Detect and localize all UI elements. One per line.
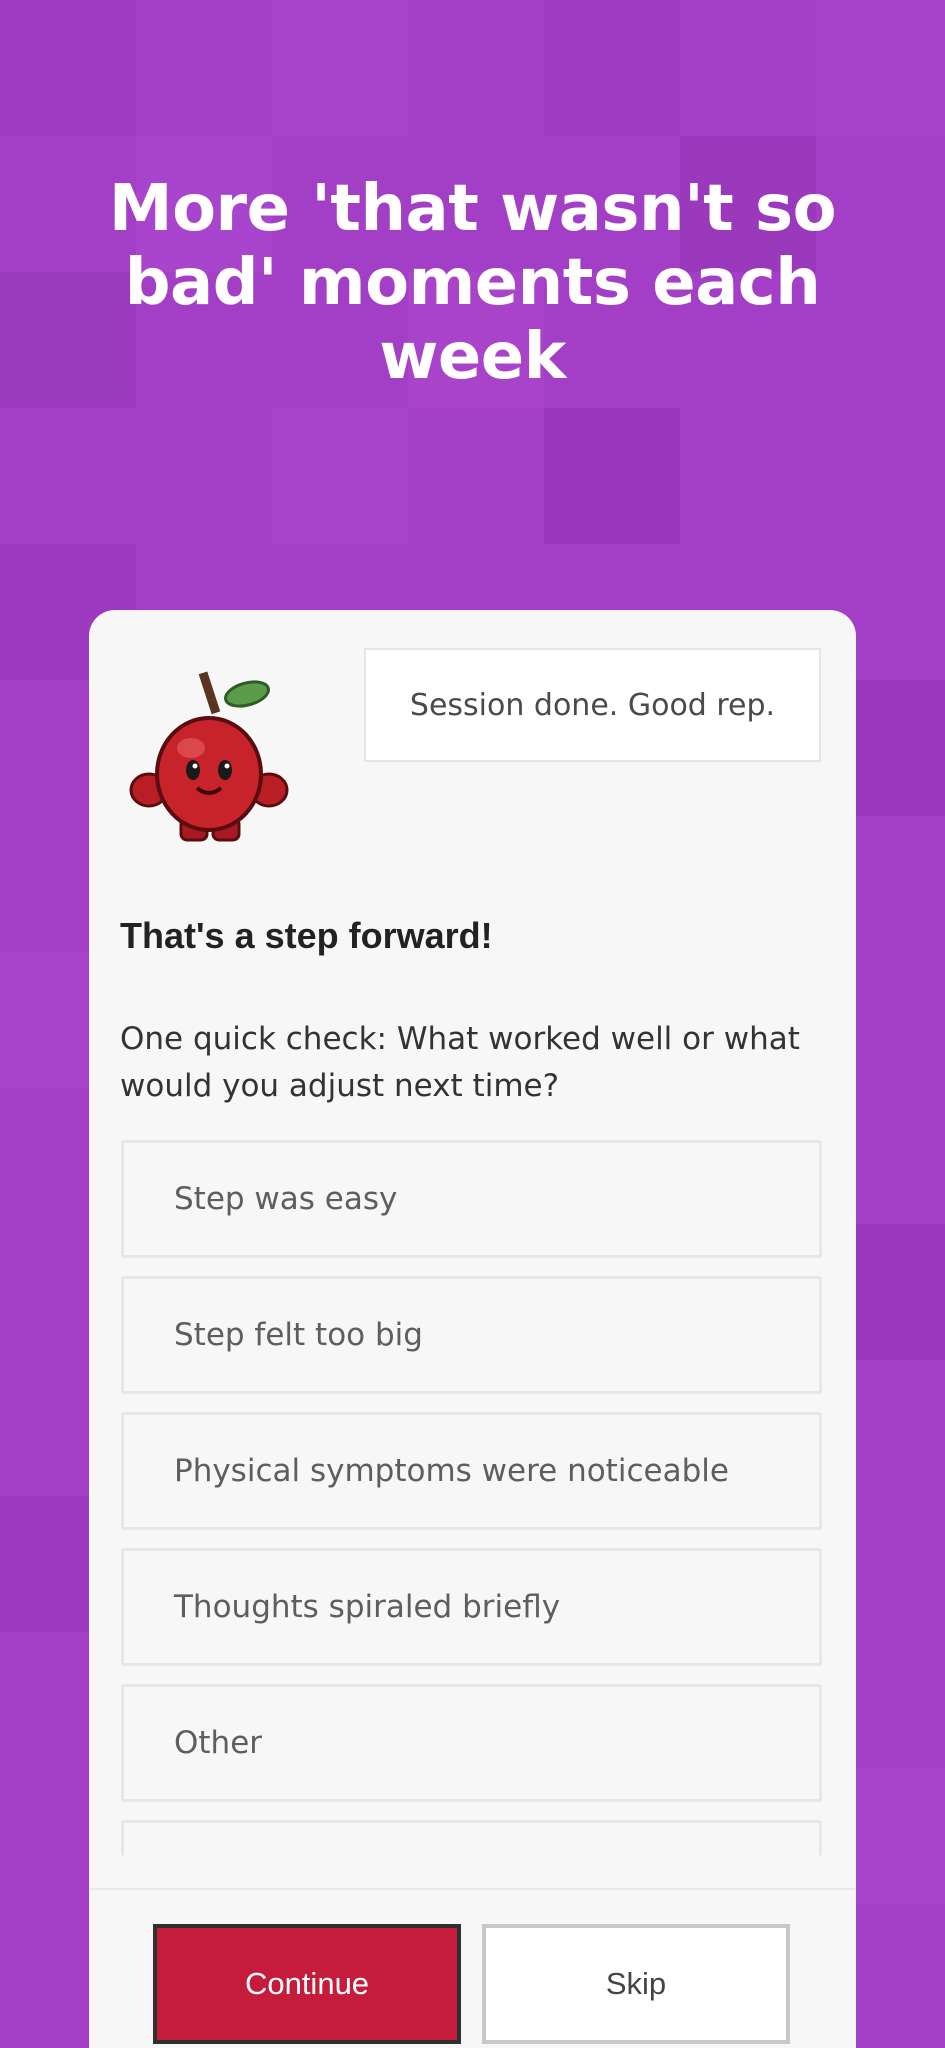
- bg-tile: [272, 0, 408, 136]
- feedback-card: Session done. Good rep. That's a step fo…: [89, 610, 856, 2048]
- bg-tile: [272, 408, 408, 544]
- option-other[interactable]: Other: [121, 1684, 822, 1802]
- bg-tile: [544, 408, 680, 544]
- bg-tile: [816, 0, 945, 136]
- headline: More 'that wasn't so bad' moments each w…: [108, 172, 837, 394]
- option-partially-hidden[interactable]: [121, 1820, 822, 1856]
- option-step-too-big[interactable]: Step felt too big: [121, 1276, 822, 1394]
- options-list: Step was easy Step felt too big Physical…: [121, 1140, 822, 1856]
- speech-bubble: Session done. Good rep.: [364, 648, 821, 762]
- bg-tile: [0, 0, 136, 136]
- bg-tile: [544, 0, 680, 136]
- apple-mascot-icon: [129, 671, 289, 842]
- footer-bar: Continue Skip: [89, 1888, 856, 2048]
- option-physical-symptoms[interactable]: Physical symptoms were noticeable: [121, 1412, 822, 1530]
- question-prompt: One quick check: What worked well or wha…: [120, 1021, 800, 1104]
- continue-button[interactable]: Continue: [153, 1924, 461, 2044]
- option-step-easy[interactable]: Step was easy: [121, 1140, 822, 1258]
- card-title: That's a step forward!: [120, 915, 493, 956]
- option-thoughts-spiraled[interactable]: Thoughts spiraled briefly: [121, 1548, 822, 1666]
- skip-button[interactable]: Skip: [482, 1924, 790, 2044]
